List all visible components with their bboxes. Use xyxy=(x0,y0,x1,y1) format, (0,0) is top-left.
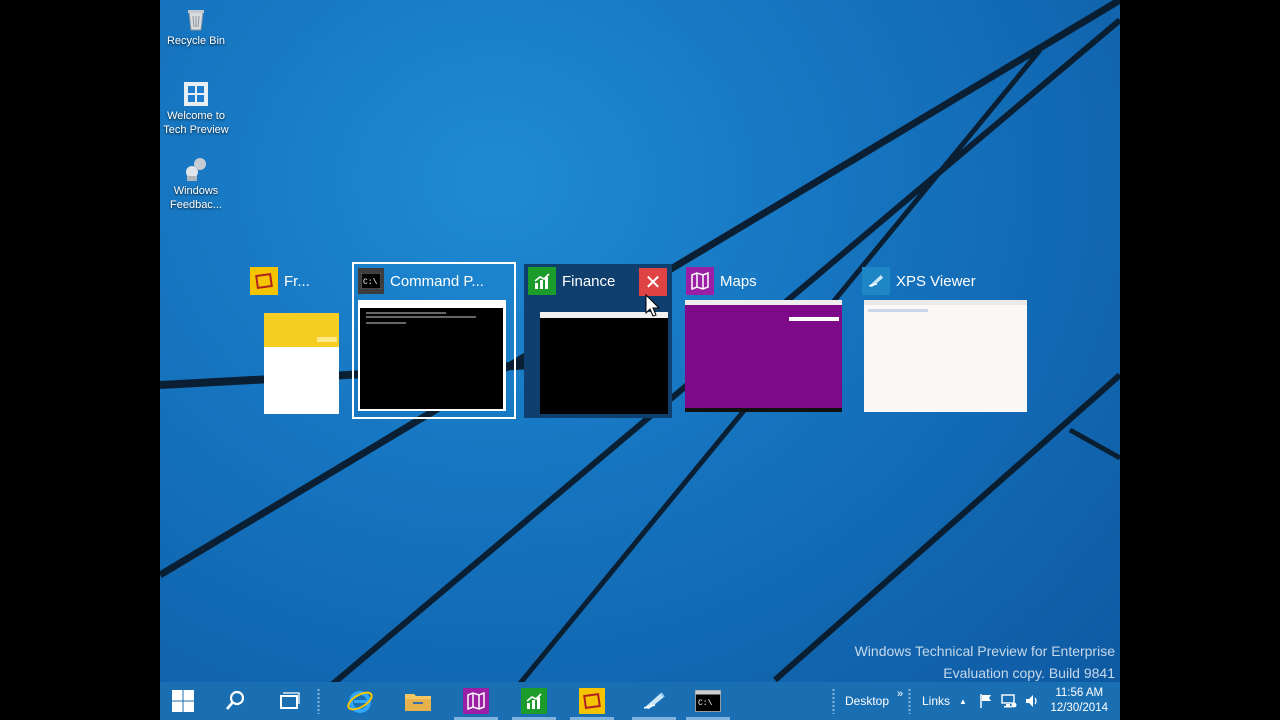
window-header: Fr... xyxy=(250,266,310,296)
window-title: Maps xyxy=(720,272,757,290)
task-view-window-xps-viewer[interactable]: XPS Viewer xyxy=(860,266,1030,414)
maps-icon xyxy=(686,267,714,295)
evaluation-watermark: Windows Technical Preview for Enterprise… xyxy=(855,643,1115,681)
recycle-bin-icon xyxy=(183,6,209,32)
window-thumbnail[interactable] xyxy=(358,300,506,411)
desktop-icon-label: Welcome to xyxy=(167,110,225,122)
taskbar-clock[interactable]: 11:56 AM 12/30/2014 xyxy=(1050,686,1108,716)
taskbar: C:\ Desktop » Links ▲ 11:56 AM 12/30/201… xyxy=(160,682,1120,720)
window-title: Fr... xyxy=(284,272,310,290)
fresh-paint-icon xyxy=(250,267,278,295)
clock-time: 11:56 AM xyxy=(1055,687,1104,699)
fresh-paint-taskbar-button[interactable] xyxy=(570,682,614,720)
finance-taskbar-button[interactable] xyxy=(512,682,556,720)
search-button[interactable] xyxy=(218,682,252,720)
desktop-icon-windows-feedback[interactable]: Windows Feedbac... xyxy=(160,156,236,212)
start-button[interactable] xyxy=(166,682,200,720)
folder-icon xyxy=(405,694,431,711)
command-prompt-icon: C:\ xyxy=(695,690,721,712)
close-window-button[interactable]: ✕ xyxy=(639,268,667,296)
links-toolbar[interactable]: Links xyxy=(922,682,950,720)
watermark-line-1: Windows Technical Preview for Enterprise xyxy=(854,643,1115,659)
window-thumbnail[interactable] xyxy=(264,313,339,414)
svg-text:C:\: C:\ xyxy=(363,278,378,287)
task-view-button[interactable] xyxy=(272,682,306,720)
xps-viewer-icon xyxy=(643,692,665,709)
network-icon xyxy=(1001,694,1017,708)
desktop-toolbar[interactable]: Desktop » xyxy=(845,682,903,720)
xps-viewer-icon xyxy=(862,267,890,295)
window-header: Finance xyxy=(528,266,615,296)
maps-taskbar-button[interactable] xyxy=(454,682,498,720)
window-header: C:\ Command P... xyxy=(358,266,484,296)
task-view-icon xyxy=(280,692,300,709)
search-icon xyxy=(226,690,245,710)
network-button[interactable] xyxy=(1001,693,1017,709)
chevron-up-icon: ▲ xyxy=(959,696,967,706)
internet-explorer-icon xyxy=(347,691,373,713)
close-icon: ✕ xyxy=(644,271,662,294)
desktop-icon-label: Windows xyxy=(173,185,219,197)
window-header: XPS Viewer xyxy=(862,266,976,296)
windows-logo-icon xyxy=(172,690,194,712)
feedback-icon xyxy=(183,156,209,182)
internet-explorer-button[interactable] xyxy=(338,682,382,720)
task-view-window-fresh-paint[interactable]: Fr... xyxy=(250,266,350,416)
mouse-cursor-icon xyxy=(645,294,661,317)
fresh-paint-icon xyxy=(579,688,605,714)
clock-date: 12/30/2014 xyxy=(1050,702,1108,714)
desktop-icon-label: Tech Preview xyxy=(163,124,229,136)
tray-overflow-button[interactable]: ▲ xyxy=(955,693,971,709)
window-thumbnail[interactable] xyxy=(685,300,842,412)
desktop-toolbar-label: Desktop xyxy=(845,694,890,708)
taskbar-separator xyxy=(908,688,911,714)
window-thumbnail[interactable] xyxy=(540,312,668,414)
action-center-button[interactable] xyxy=(978,693,994,709)
taskbar-separator xyxy=(317,688,320,714)
desktop-screen: Recycle Bin Welcome to Tech Preview Wind… xyxy=(160,0,1120,720)
svg-text:C:\: C:\ xyxy=(698,699,713,708)
command-prompt-taskbar-button[interactable]: C:\ xyxy=(686,682,730,720)
window-thumbnail[interactable] xyxy=(864,300,1027,412)
window-title: Command P... xyxy=(390,272,484,290)
watermark-line-2: Evaluation copy. Build 9841 xyxy=(943,665,1115,681)
desktop-icon-label: Recycle Bin xyxy=(166,35,226,47)
desktop-icon-welcome-tech-preview[interactable]: Welcome to Tech Preview xyxy=(160,81,236,137)
taskbar-separator xyxy=(832,688,835,714)
window-header: Maps xyxy=(686,266,757,296)
finance-icon xyxy=(528,267,556,295)
task-view-window-finance[interactable]: Finance ✕ xyxy=(524,264,672,418)
volume-button[interactable] xyxy=(1024,693,1040,709)
task-view-window-command-prompt[interactable]: C:\ Command P... xyxy=(352,262,516,419)
maps-icon xyxy=(463,688,489,714)
windows-logo-icon xyxy=(183,81,209,107)
command-prompt-icon: C:\ xyxy=(358,268,384,294)
window-title: XPS Viewer xyxy=(896,272,976,290)
xps-viewer-taskbar-button[interactable] xyxy=(632,682,676,720)
desktop-icon-recycle-bin[interactable]: Recycle Bin xyxy=(160,6,236,48)
file-explorer-button[interactable] xyxy=(396,682,440,720)
finance-icon xyxy=(521,688,547,714)
desktop-icon-label: Feedbac... xyxy=(170,199,222,211)
window-title: Finance xyxy=(562,272,616,290)
task-view-window-maps[interactable]: Maps xyxy=(682,266,842,414)
speaker-icon xyxy=(1026,695,1037,707)
links-toolbar-label: Links xyxy=(922,694,951,708)
toolbar-chevron[interactable]: » xyxy=(897,688,903,700)
flag-icon xyxy=(980,694,991,708)
